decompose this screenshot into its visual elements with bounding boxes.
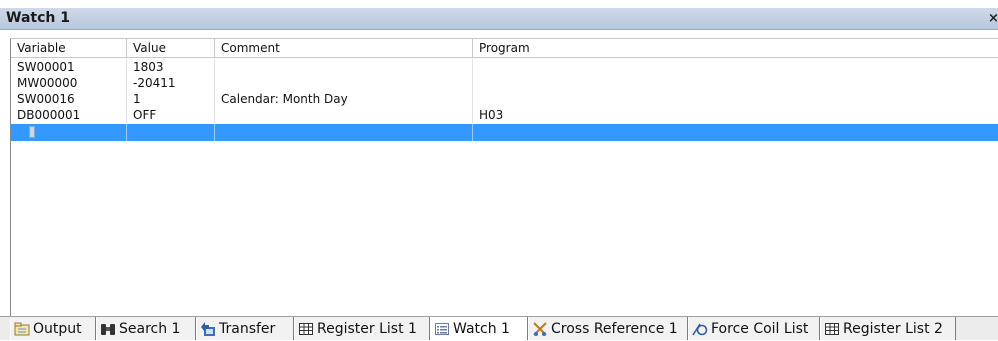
program-cell[interactable] (473, 75, 998, 91)
program-cell[interactable] (473, 59, 998, 75)
program-cell[interactable] (473, 124, 998, 141)
tab-cross-reference-1[interactable]: Cross Reference 1 (528, 317, 688, 340)
program-cell[interactable]: H03 (473, 107, 998, 123)
header-row: Variable Value Comment Program (11, 39, 998, 58)
variable-cell[interactable]: MW00000 (11, 75, 127, 91)
binoculars-icon (100, 321, 116, 337)
column-header-variable[interactable]: Variable (11, 39, 127, 58)
comment-cell[interactable] (215, 107, 473, 123)
variable-cell[interactable]: SW00016 (11, 91, 127, 107)
value-cell[interactable]: OFF (127, 107, 215, 123)
watch-titlebar: Watch 1 × (0, 8, 998, 30)
tab-label: Search 1 (119, 320, 181, 337)
tab-label: Transfer (219, 320, 276, 337)
tab-register-list-1[interactable]: Register List 1 (294, 317, 430, 340)
column-header-program[interactable]: Program (473, 39, 998, 58)
tab-label: Force Coil List (711, 320, 809, 337)
table-row[interactable]: SW00016 1 Calendar: Month Day (11, 91, 998, 107)
close-icon[interactable]: × (988, 11, 998, 26)
selected-empty-row[interactable] (11, 124, 998, 141)
output-icon (14, 321, 30, 337)
column-header-value[interactable]: Value (127, 39, 215, 58)
tab-label: Cross Reference 1 (551, 320, 678, 337)
tab-label: Watch 1 (453, 320, 510, 337)
value-cell[interactable]: -20411 (127, 75, 215, 91)
column-header-comment[interactable]: Comment (215, 39, 473, 58)
tab-label: Register List 1 (317, 320, 417, 337)
program-cell[interactable] (473, 91, 998, 107)
tab-force-coil-list[interactable]: Force Coil List (688, 317, 820, 340)
comment-cell[interactable] (215, 59, 473, 75)
comment-cell[interactable]: Calendar: Month Day (215, 91, 473, 107)
table-row[interactable]: DB000001 OFF H03 (11, 107, 998, 123)
bottom-tab-bar: Output Search 1 Transfer Register List 1… (0, 316, 998, 340)
cross-reference-icon (532, 321, 548, 337)
grid-icon (298, 321, 314, 337)
watch-grid: Variable Value Comment Program SW00001 1… (10, 38, 998, 316)
tab-watch-1[interactable]: Watch 1 (430, 317, 528, 340)
variable-input-cell[interactable] (11, 124, 127, 141)
edit-caret (29, 126, 35, 138)
value-cell[interactable]: 1 (127, 91, 215, 107)
tab-transfer[interactable]: Transfer (196, 317, 294, 340)
comment-cell[interactable] (215, 124, 473, 141)
grid-icon (824, 321, 840, 337)
tab-search-1[interactable]: Search 1 (96, 317, 196, 340)
list-icon (434, 321, 450, 337)
coil-icon (692, 321, 708, 337)
table-row[interactable]: MW00000 -20411 (11, 75, 998, 91)
variable-cell[interactable]: DB000001 (11, 107, 127, 123)
value-cell[interactable] (127, 124, 215, 141)
tab-output[interactable]: Output (10, 317, 96, 340)
comment-cell[interactable] (215, 75, 473, 91)
tab-register-list-2[interactable]: Register List 2 (820, 317, 956, 340)
variable-cell[interactable]: SW00001 (11, 59, 127, 75)
table-row[interactable]: SW00001 1803 (11, 59, 998, 75)
window-title: Watch 1 (6, 10, 70, 26)
transfer-icon (200, 321, 216, 337)
tab-label: Output (33, 320, 82, 337)
tab-label: Register List 2 (843, 320, 943, 337)
value-cell[interactable]: 1803 (127, 59, 215, 75)
